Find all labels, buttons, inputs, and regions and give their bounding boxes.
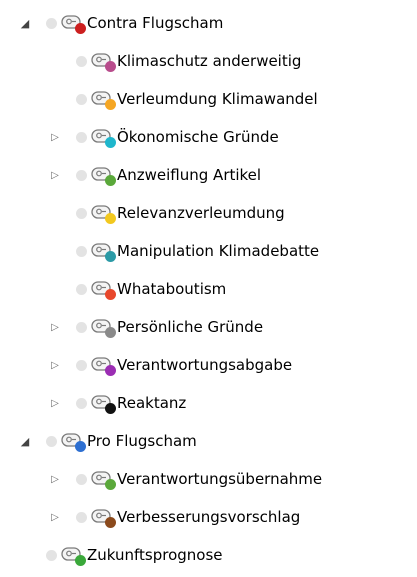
status-dot-icon [76,93,87,105]
code-icon [91,281,116,300]
status-dot-icon [46,549,57,561]
collapsed-arrow-icon[interactable]: ▷ [48,130,62,144]
collapsed-arrow-icon[interactable]: ▷ [48,472,62,486]
tree-item[interactable]: Verleumdung Klimawandel [0,80,417,118]
status-dot-icon [46,17,57,29]
code-color-dot [105,289,116,300]
code-icon [61,433,86,452]
status-dot-icon [76,131,87,143]
tree-item-label: Persönliche Gründe [117,318,264,336]
code-color-dot [105,137,116,148]
toggle-placeholder [48,244,62,258]
code-color-dot [75,555,86,566]
code-color-dot [105,175,116,186]
tree-item[interactable]: Relevanzverleumdung [0,194,417,232]
code-color-dot [105,365,116,376]
code-icon [61,547,86,566]
status-dot-icon [76,283,87,295]
code-icon [91,53,116,72]
collapsed-arrow-icon[interactable]: ▷ [48,168,62,182]
code-icon [91,471,116,490]
toggle-placeholder [48,54,62,68]
tree-item[interactable]: ◢ Pro Flugscham [0,422,417,460]
status-dot-icon [76,359,87,371]
tree-item-label: Relevanzverleumdung [117,204,285,222]
tree-item-label: Ökonomische Gründe [117,128,279,146]
status-dot-icon [76,511,87,523]
toggle-placeholder [48,206,62,220]
code-color-dot [75,23,86,34]
tree-item[interactable]: ▷ Ökonomische Gründe [0,118,417,156]
tree-item[interactable]: ▷ Verantwortungsabgabe [0,346,417,384]
code-color-dot [105,213,116,224]
tree-item-label: Verbesserungsvorschlag [117,508,301,526]
code-icon [91,243,116,262]
tree-item-label: Contra Flugscham [87,14,224,32]
tree-item-label: Zukunftsprognose [87,546,223,564]
status-dot-icon [76,473,87,485]
code-icon [61,15,86,34]
code-tree: ◢ Contra Flugscham Klimaschutz anderweitig… [0,4,417,574]
status-dot-icon [76,169,87,181]
tree-item[interactable]: ▷ Verbesserungsvorschlag [0,498,417,536]
code-color-dot [105,327,116,338]
tree-item[interactable]: Whataboutism [0,270,417,308]
status-dot-icon [76,55,87,67]
tree-item-label: Klimaschutz anderweitig [117,52,302,70]
code-color-dot [105,479,116,490]
expanded-arrow-icon[interactable]: ◢ [18,434,32,448]
tree-item[interactable]: ▷ Verantwortungsübernahme [0,460,417,498]
toggle-placeholder [18,548,32,562]
status-dot-icon [76,207,87,219]
code-color-dot [105,61,116,72]
tree-item-label: Verantwortungsabgabe [117,356,293,374]
code-color-dot [105,251,116,262]
code-icon [91,509,116,528]
code-icon [91,129,116,148]
toggle-placeholder [48,92,62,106]
collapsed-arrow-icon[interactable]: ▷ [48,320,62,334]
code-color-dot [105,403,116,414]
tree-item[interactable]: ▷ Persönliche Gründe [0,308,417,346]
code-icon [91,357,116,376]
code-icon [91,167,116,186]
code-color-dot [75,441,86,452]
code-icon [91,91,116,110]
tree-item-label: Whataboutism [117,280,227,298]
code-icon [91,319,116,338]
code-icon [91,395,116,414]
collapsed-arrow-icon[interactable]: ▷ [48,396,62,410]
collapsed-arrow-icon[interactable]: ▷ [48,358,62,372]
tree-item-label: Reaktanz [117,394,187,412]
code-icon [91,205,116,224]
code-color-dot [105,517,116,528]
status-dot-icon [76,397,87,409]
tree-item-label: Verleumdung Klimawandel [117,90,318,108]
toggle-placeholder [48,282,62,296]
code-color-dot [105,99,116,110]
tree-item[interactable]: ▷ Reaktanz [0,384,417,422]
tree-item-label: Pro Flugscham [87,432,197,450]
tree-item[interactable]: Zukunftsprognose [0,536,417,574]
tree-item[interactable]: Manipulation Klimadebatte [0,232,417,270]
tree-item[interactable]: Klimaschutz anderweitig [0,42,417,80]
status-dot-icon [76,245,87,257]
status-dot-icon [76,321,87,333]
tree-item-label: Manipulation Klimadebatte [117,242,320,260]
expanded-arrow-icon[interactable]: ◢ [18,16,32,30]
status-dot-icon [46,435,57,447]
tree-item[interactable]: ◢ Contra Flugscham [0,4,417,42]
collapsed-arrow-icon[interactable]: ▷ [48,510,62,524]
tree-item-label: Anzweiflung Artikel [117,166,262,184]
tree-item[interactable]: ▷ Anzweiflung Artikel [0,156,417,194]
tree-item-label: Verantwortungsübernahme [117,470,323,488]
